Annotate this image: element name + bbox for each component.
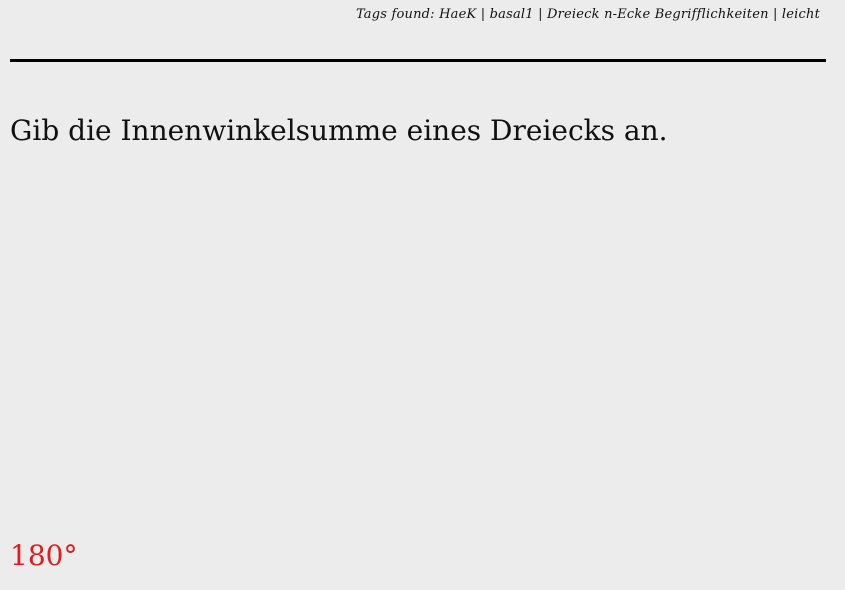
- tags-line: Tags found: HaeK | basal1 | Dreieck n-Ec…: [355, 7, 820, 22]
- answer-text: 180°: [10, 539, 78, 572]
- header-divider: [10, 59, 826, 62]
- question-text: Gib die Innenwinkelsumme eines Dreiecks …: [10, 114, 668, 147]
